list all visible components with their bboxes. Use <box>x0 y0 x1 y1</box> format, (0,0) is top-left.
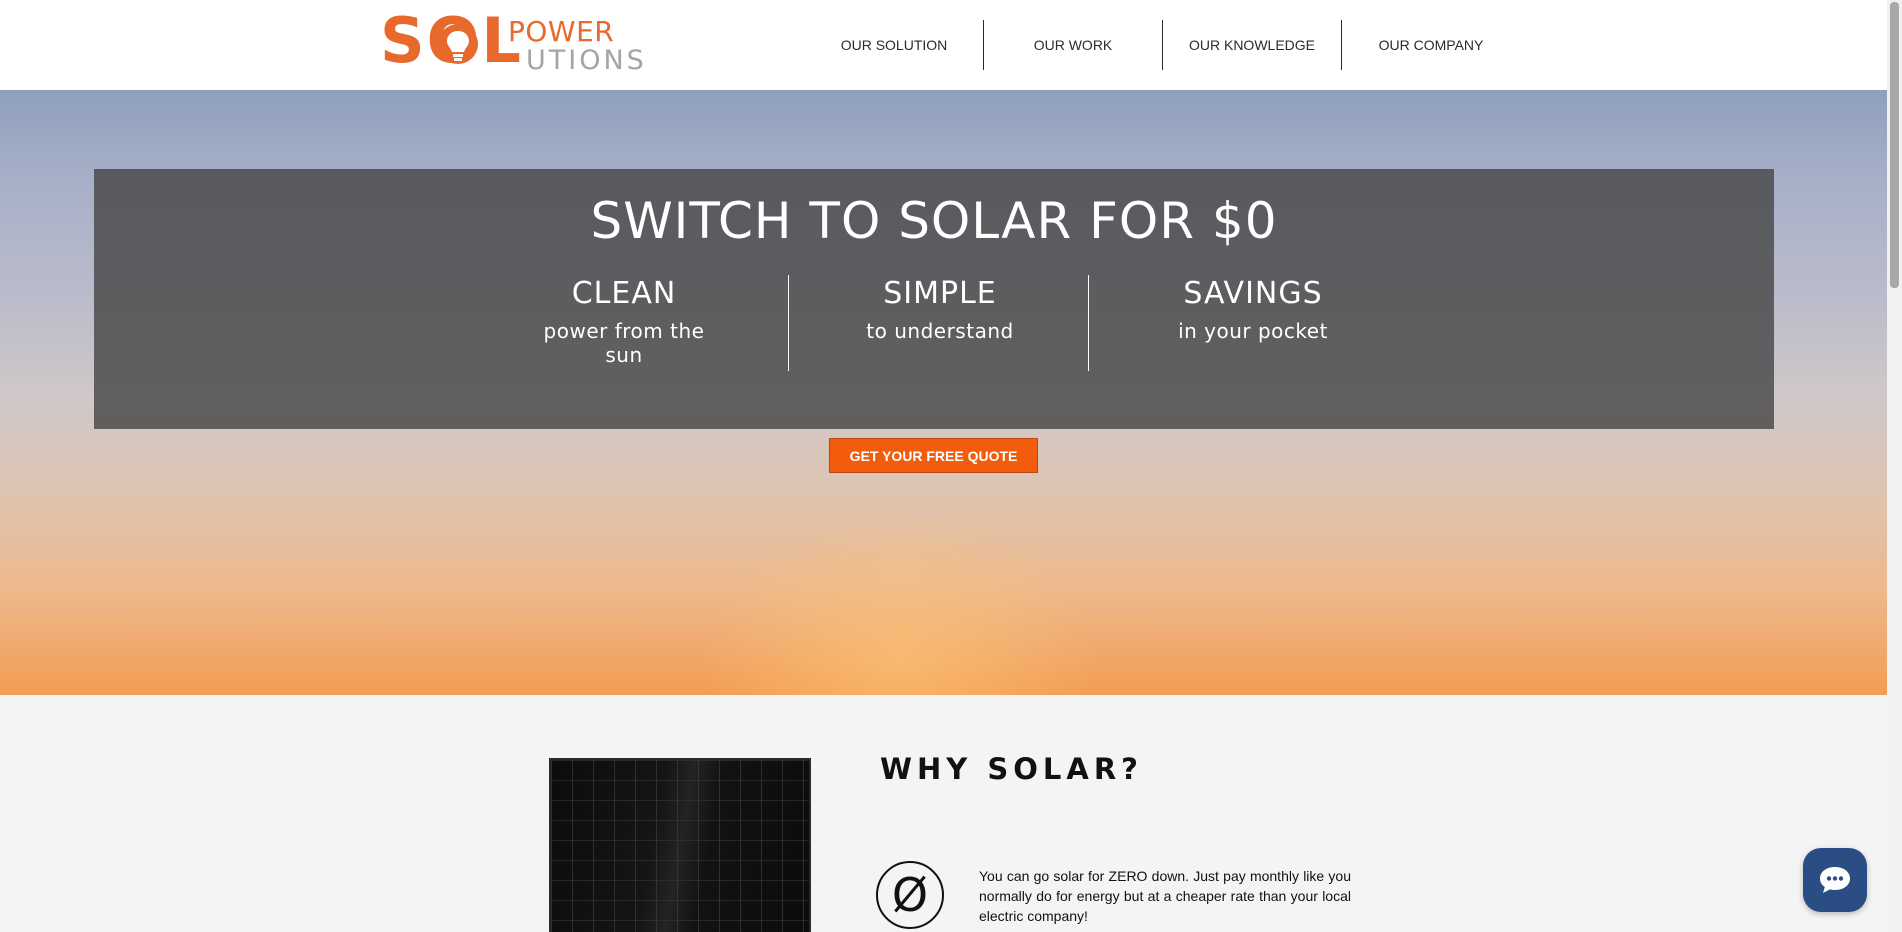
feature-simple: SIMPLE to understand <box>840 276 1040 344</box>
feature-subtitle: power from the sun <box>543 319 705 367</box>
why-solar-title: WHY SOLAR? <box>880 752 1143 786</box>
hero-title: SWITCH TO SOLAR FOR $0 <box>590 192 1278 250</box>
feature-title: SAVINGS <box>1183 276 1323 311</box>
scrollbar-thumb[interactable] <box>1890 2 1899 288</box>
logo[interactable]: SOL POWER UTIONS <box>380 10 644 75</box>
why-solar-text: You can go solar for ZERO down. Just pay… <box>979 868 1351 924</box>
get-free-quote-button[interactable]: GET YOUR FREE QUOTE <box>829 438 1038 473</box>
nav-our-company[interactable]: OUR COMPANY <box>1342 20 1520 70</box>
why-solar-section: WHY SOLAR? Ø You can go solar for ZERO d… <box>0 695 1887 932</box>
feature-title: SIMPLE <box>883 276 997 311</box>
nav-our-solution[interactable]: OUR SOLUTION <box>805 20 983 70</box>
chat-bubble-icon <box>1820 867 1850 893</box>
feature-title: CLEAN <box>571 276 677 311</box>
nav-our-knowledge[interactable]: OUR KNOWLEDGE <box>1163 20 1341 70</box>
zero-icon: Ø <box>876 861 944 929</box>
feature-subtitle: to understand <box>866 319 1014 343</box>
chat-button[interactable] <box>1803 848 1867 912</box>
solar-panel-image <box>549 758 811 932</box>
hero-panel: SWITCH TO SOLAR FOR $0 CLEAN power from … <box>94 169 1774 429</box>
logo-utions-text: UTIONS <box>526 45 647 76</box>
hero-section: SWITCH TO SOLAR FOR $0 CLEAN power from … <box>0 90 1887 695</box>
lightbulb-icon <box>438 24 478 64</box>
page-scrollbar[interactable] <box>1887 0 1902 932</box>
nav-our-work[interactable]: OUR WORK <box>984 20 1162 70</box>
site-header: SOL POWER UTIONS OUR SOLUTION OUR WORK O… <box>0 0 1887 90</box>
feature-divider <box>788 275 789 371</box>
main-nav: OUR SOLUTION OUR WORK OUR KNOWLEDGE OUR … <box>805 20 1520 70</box>
logo-power-text: POWER <box>508 15 615 48</box>
feature-savings: SAVINGS in your pocket <box>1153 276 1353 344</box>
feature-divider <box>1088 275 1089 371</box>
sunset-glow <box>700 510 1100 695</box>
feature-clean: CLEAN power from the sun <box>524 276 724 368</box>
feature-subtitle: in your pocket <box>1178 319 1328 343</box>
